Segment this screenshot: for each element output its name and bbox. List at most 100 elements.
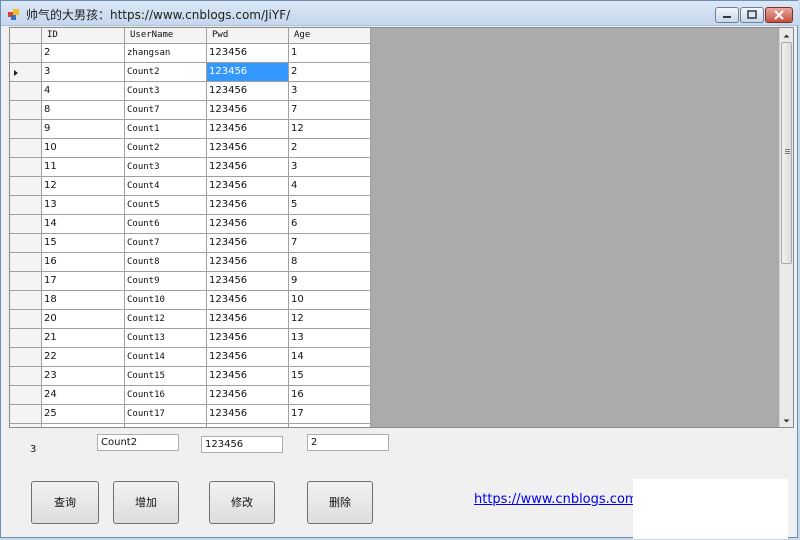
row-header-cell[interactable]: [10, 82, 42, 101]
cell-pwd[interactable]: 123456: [207, 215, 289, 234]
cell-pwd[interactable]: 123456: [207, 253, 289, 272]
cell-username[interactable]: Count5: [125, 196, 207, 215]
cell-id[interactable]: 8: [42, 101, 125, 120]
cell-id[interactable]: 23: [42, 367, 125, 386]
row-header-cell[interactable]: [10, 386, 42, 405]
cell-age[interactable]: 9: [289, 272, 371, 291]
cell-age[interactable]: 18: [289, 424, 371, 427]
cell-username[interactable]: Count15: [125, 367, 207, 386]
cell-id[interactable]: 17: [42, 272, 125, 291]
row-header-cell[interactable]: [10, 310, 42, 329]
cell-username[interactable]: Count7: [125, 101, 207, 120]
cell-username[interactable]: Count13: [125, 329, 207, 348]
scroll-up-button[interactable]: [780, 28, 793, 42]
cell-id[interactable]: 3: [42, 63, 125, 82]
row-header-cell[interactable]: [10, 405, 42, 424]
cell-id[interactable]: 14: [42, 215, 125, 234]
cell-age[interactable]: 12: [289, 310, 371, 329]
title-bar[interactable]: 帅气的大男孩：https://www.cnblogs.com/JiYF/: [1, 1, 799, 26]
row-header-cell[interactable]: [10, 253, 42, 272]
row-header-cell[interactable]: [10, 329, 42, 348]
row-header-cell[interactable]: [10, 291, 42, 310]
cell-pwd[interactable]: 123456: [207, 424, 289, 427]
cell-age[interactable]: 16: [289, 386, 371, 405]
cell-id[interactable]: 12: [42, 177, 125, 196]
cell-pwd[interactable]: 123456: [207, 177, 289, 196]
row-header-cell[interactable]: [10, 44, 42, 63]
cell-age[interactable]: 10: [289, 291, 371, 310]
maximize-button[interactable]: [740, 7, 764, 23]
cell-age[interactable]: 12: [289, 120, 371, 139]
cell-age[interactable]: 7: [289, 234, 371, 253]
cell-username[interactable]: Count3: [125, 158, 207, 177]
cell-username[interactable]: zhangsan: [125, 44, 207, 63]
cell-pwd[interactable]: 123456: [207, 234, 289, 253]
cell-pwd[interactable]: 123456: [207, 196, 289, 215]
cell-pwd[interactable]: 123456: [207, 310, 289, 329]
row-header-cell[interactable]: [10, 101, 42, 120]
cell-username[interactable]: Count2: [125, 139, 207, 158]
cell-age[interactable]: 3: [289, 82, 371, 101]
cell-username[interactable]: Count1: [125, 120, 207, 139]
scroll-down-button[interactable]: [780, 413, 793, 427]
delete-button[interactable]: 删除: [307, 481, 373, 524]
cell-id[interactable]: 2: [42, 44, 125, 63]
cell-age[interactable]: 3: [289, 158, 371, 177]
edit-button[interactable]: 修改: [209, 481, 275, 524]
cell-age[interactable]: 4: [289, 177, 371, 196]
column-header-pwd[interactable]: Pwd: [207, 28, 289, 44]
row-header-cell[interactable]: [10, 139, 42, 158]
cell-age[interactable]: 5: [289, 196, 371, 215]
cell-pwd[interactable]: 123456: [207, 367, 289, 386]
column-header-age[interactable]: Age: [289, 28, 371, 44]
cell-username[interactable]: Count7: [125, 234, 207, 253]
cell-pwd[interactable]: 123456: [207, 139, 289, 158]
row-header-cell[interactable]: [10, 348, 42, 367]
cell-age[interactable]: 14: [289, 348, 371, 367]
cell-pwd[interactable]: 123456: [207, 348, 289, 367]
cell-id[interactable]: 26: [42, 424, 125, 427]
query-button[interactable]: 查询: [31, 481, 99, 524]
row-header-cell[interactable]: [10, 158, 42, 177]
cell-id[interactable]: 25: [42, 405, 125, 424]
cell-pwd[interactable]: 123456: [207, 386, 289, 405]
cell-username[interactable]: Count18: [125, 424, 207, 427]
cell-id[interactable]: 9: [42, 120, 125, 139]
cell-username[interactable]: Count17: [125, 405, 207, 424]
cell-id[interactable]: 21: [42, 329, 125, 348]
cell-id[interactable]: 15: [42, 234, 125, 253]
cell-pwd[interactable]: 123456: [207, 158, 289, 177]
cell-pwd[interactable]: 123456: [207, 44, 289, 63]
row-header-cell[interactable]: [10, 272, 42, 291]
cell-id[interactable]: 22: [42, 348, 125, 367]
cell-age[interactable]: 2: [289, 139, 371, 158]
grid-vertical-scrollbar[interactable]: [779, 28, 793, 427]
close-button[interactable]: [765, 7, 793, 23]
cell-username[interactable]: Count9: [125, 272, 207, 291]
cell-id[interactable]: 11: [42, 158, 125, 177]
cell-pwd[interactable]: 123456: [207, 405, 289, 424]
cell-username[interactable]: Count12: [125, 310, 207, 329]
cell-username[interactable]: Count16: [125, 386, 207, 405]
cell-id[interactable]: 10: [42, 139, 125, 158]
row-header-cell[interactable]: [10, 196, 42, 215]
cell-username[interactable]: Count10: [125, 291, 207, 310]
cell-pwd[interactable]: 123456: [207, 101, 289, 120]
row-header-cell[interactable]: [10, 424, 42, 427]
cell-age[interactable]: 15: [289, 367, 371, 386]
cell-username[interactable]: Count14: [125, 348, 207, 367]
cell-pwd[interactable]: 123456: [207, 82, 289, 101]
blog-link[interactable]: https://www.cnblogs.com: [474, 492, 638, 507]
row-header-cell[interactable]: [10, 177, 42, 196]
column-header-username[interactable]: UserName: [125, 28, 207, 44]
username-textbox[interactable]: Count2: [97, 434, 179, 451]
cell-id[interactable]: 24: [42, 386, 125, 405]
cell-username[interactable]: Count8: [125, 253, 207, 272]
add-button[interactable]: 增加: [113, 481, 179, 524]
cell-id[interactable]: 4: [42, 82, 125, 101]
cell-username[interactable]: Count2: [125, 63, 207, 82]
cell-age[interactable]: 7: [289, 101, 371, 120]
cell-pwd[interactable]: 123456: [207, 291, 289, 310]
cell-username[interactable]: Count6: [125, 215, 207, 234]
minimize-button[interactable]: [715, 7, 739, 23]
